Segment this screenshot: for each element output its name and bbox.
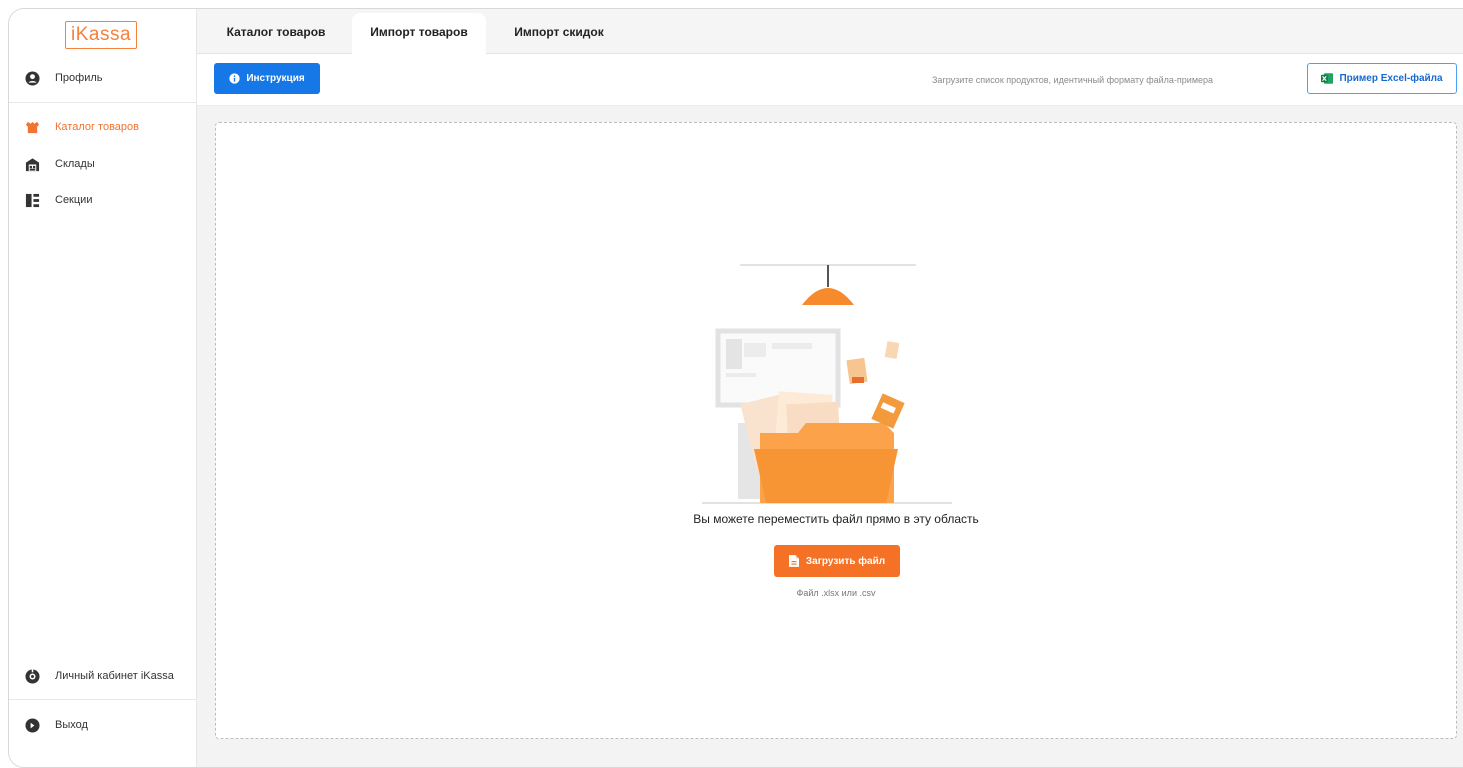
info-icon xyxy=(229,73,240,84)
toolbar: Инструкция Загрузите список продуктов, и… xyxy=(197,54,1463,106)
excel-icon xyxy=(1321,73,1334,84)
user-circle-icon xyxy=(25,71,40,86)
tab-import-discounts[interactable]: Импорт скидок xyxy=(499,13,619,54)
sidebar-item-label: Секции xyxy=(55,194,93,206)
file-dropzone[interactable]: Вы можете переместить файл прямо в эту о… xyxy=(215,122,1457,739)
app-window: iKassa Профиль Каталог товаров Склады Се… xyxy=(8,8,1463,768)
sidebar-item-ikassa-cabinet[interactable]: Личный кабинет iKassa xyxy=(9,665,197,689)
sidebar-divider xyxy=(9,102,197,103)
dropzone-text: Вы можете переместить файл прямо в эту о… xyxy=(693,512,979,526)
sidebar-item-catalog[interactable]: Каталог товаров xyxy=(9,116,197,140)
sidebar-item-label: Профиль xyxy=(55,72,103,84)
folder-illustration xyxy=(702,264,952,504)
sections-icon xyxy=(25,193,40,208)
sidebar-item-logout[interactable]: Выход xyxy=(9,714,197,738)
catalog-icon xyxy=(25,121,40,134)
tab-bar: Каталог товаров Импорт товаров Импорт ск… xyxy=(197,9,1463,54)
sidebar-item-label: Выход xyxy=(55,719,88,731)
upload-file-label: Загрузить файл xyxy=(805,555,886,567)
excel-example-button[interactable]: Пример Excel-файла xyxy=(1307,63,1457,94)
excel-example-label: Пример Excel-файла xyxy=(1339,73,1443,84)
sidebar-item-label: Склады xyxy=(55,158,95,170)
warehouse-icon xyxy=(25,158,40,172)
logo: iKassa xyxy=(65,21,138,49)
tab-import-products[interactable]: Импорт товаров xyxy=(352,13,486,54)
sidebar-item-profile[interactable]: Профиль xyxy=(9,67,197,91)
instruction-label: Инструкция xyxy=(246,73,305,84)
sidebar-item-sections[interactable]: Секции xyxy=(9,189,197,213)
sidebar: iKassa Профиль Каталог товаров Склады Се… xyxy=(9,9,197,767)
sidebar-item-label: Каталог товаров xyxy=(55,121,139,133)
file-format-hint: Файл .xlsx или .csv xyxy=(796,588,876,598)
upload-hint: Загрузите список продуктов, идентичный ф… xyxy=(932,75,1214,85)
sidebar-item-warehouses[interactable]: Склады xyxy=(9,153,197,177)
cabinet-icon xyxy=(25,669,40,684)
tab-catalog[interactable]: Каталог товаров xyxy=(213,13,339,54)
file-icon xyxy=(788,555,799,567)
instruction-button[interactable]: Инструкция xyxy=(214,63,320,94)
logout-icon xyxy=(25,718,40,733)
upload-file-button[interactable]: Загрузить файл xyxy=(774,545,900,577)
sidebar-divider xyxy=(9,699,197,700)
main-content: Вы можете переместить файл прямо в эту о… xyxy=(197,106,1463,767)
sidebar-item-label: Личный кабинет iKassa xyxy=(55,670,174,682)
